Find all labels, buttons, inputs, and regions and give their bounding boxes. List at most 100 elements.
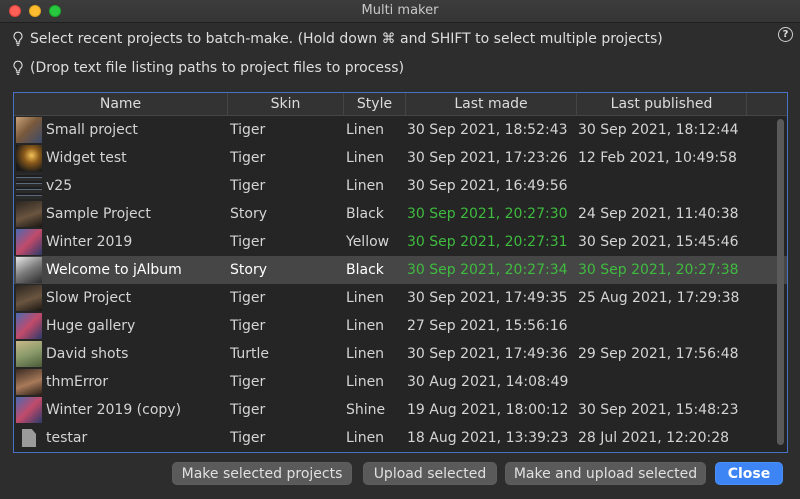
table-row[interactable]: Winter 2019 (copy) Tiger Shine 19 Aug 2021,… (14, 396, 787, 424)
column-header-last-published[interactable]: Last published (577, 93, 747, 115)
project-name: Huge gallery (46, 318, 136, 334)
cell-last-published: 30 Sep 2021, 18:12:44 (578, 122, 739, 138)
hint-select-projects: Select recent projects to batch-make. (H… (12, 31, 663, 47)
help-button[interactable]: ? (778, 27, 793, 42)
column-header-name[interactable]: Name (14, 93, 228, 115)
cell-last-made: 30 Sep 2021, 20:27:30 (407, 206, 568, 222)
table-row[interactable]: Small project Tiger Linen 30 Sep 2021, 18:5… (14, 116, 787, 144)
table-header: Name Skin Style Last made Last published (14, 93, 787, 116)
project-name: Winter 2019 (copy) (46, 402, 182, 418)
table-row[interactable]: v25 Tiger Linen 30 Sep 2021, 16:49:56 (14, 172, 787, 200)
project-thumbnail (16, 341, 42, 367)
project-thumbnail (16, 285, 42, 311)
cell-name: Huge gallery (14, 313, 228, 339)
cell-skin: Tiger (230, 430, 266, 446)
project-thumbnail (16, 173, 42, 199)
cell-last-published: 30 Sep 2021, 15:45:46 (578, 234, 739, 250)
cell-style: Black (346, 206, 384, 222)
cell-name: v25 (14, 173, 228, 199)
table-row[interactable]: Welcome to jAlbum Story Black 30 Sep 2021, … (14, 256, 787, 284)
table-row[interactable]: Sample Project Story Black 30 Sep 2021, 20:… (14, 200, 787, 228)
document-shape (22, 429, 36, 447)
close-window-button[interactable] (9, 5, 21, 17)
cell-name: Winter 2019 (copy) (14, 397, 228, 423)
project-name: Winter 2019 (46, 234, 133, 250)
cell-style: Linen (346, 318, 385, 334)
window-title: Multi maker (361, 3, 439, 18)
project-name: thmError (46, 374, 109, 390)
multi-maker-window: Multi maker Select recent projects to ba… (0, 0, 800, 499)
vertical-scrollbar[interactable] (776, 117, 785, 449)
cell-skin: Tiger (230, 150, 266, 166)
table-row[interactable]: David shots Turtle Linen 30 Sep 2021, 17:49… (14, 340, 787, 368)
make-and-upload-button[interactable]: Make and upload selected (505, 462, 706, 485)
column-header-skin[interactable]: Skin (228, 93, 344, 115)
project-thumbnail (16, 369, 42, 395)
table-row[interactable]: Huge gallery Tiger Linen 27 Sep 2021, 15:56… (14, 312, 787, 340)
title-bar[interactable]: Multi maker (0, 0, 800, 23)
cell-style: Yellow (346, 234, 390, 250)
cell-last-made: 30 Sep 2021, 16:49:56 (407, 178, 568, 194)
project-thumbnail (16, 229, 42, 255)
project-name: David shots (46, 346, 129, 362)
lightbulb-icon (13, 31, 23, 46)
cell-style: Linen (346, 374, 385, 390)
cell-name: David shots (14, 341, 228, 367)
project-thumbnail (16, 397, 42, 423)
column-header-last-made[interactable]: Last made (406, 93, 577, 115)
table-row[interactable]: Widget test Tiger Linen 30 Sep 2021, 17:23:… (14, 144, 787, 172)
table-row[interactable]: Slow Project Tiger Linen 30 Sep 2021, 17:49… (14, 284, 787, 312)
table-row[interactable]: thmError Tiger Linen 30 Aug 2021, 14:08:49 (14, 368, 787, 396)
project-name: Small project (46, 122, 138, 138)
cell-last-made: 30 Sep 2021, 20:27:34 (407, 262, 568, 278)
table-row[interactable]: Winter 2019 Tiger Yellow 30 Sep 2021, 20:27… (14, 228, 787, 256)
cell-style: Linen (346, 290, 385, 306)
projects-table[interactable]: Name Skin Style Last made Last published… (13, 92, 788, 453)
zoom-window-button[interactable] (49, 5, 61, 17)
table-body: Small project Tiger Linen 30 Sep 2021, 18:5… (14, 116, 787, 452)
cell-last-published: 30 Sep 2021, 15:48:23 (578, 402, 739, 418)
cell-style: Linen (346, 178, 385, 194)
cell-last-made: 30 Aug 2021, 14:08:49 (407, 374, 569, 390)
cell-last-made: 27 Sep 2021, 15:56:16 (407, 318, 568, 334)
cell-name: Small project (14, 117, 228, 143)
project-thumbnail (16, 117, 42, 143)
cell-name: Slow Project (14, 285, 228, 311)
close-button[interactable]: Close (715, 462, 783, 485)
cell-last-made: 18 Aug 2021, 13:39:23 (407, 430, 569, 446)
project-name: Sample Project (46, 206, 151, 222)
document-icon (16, 425, 42, 451)
table-row[interactable]: testar Tiger Linen 18 Aug 2021, 13:39:23 28 … (14, 424, 787, 452)
cell-last-made: 19 Aug 2021, 18:00:12 (407, 402, 569, 418)
cell-last-published: 24 Sep 2021, 11:40:38 (578, 206, 739, 222)
cell-skin: Turtle (230, 346, 270, 362)
project-name: Widget test (46, 150, 127, 166)
cell-last-made: 30 Sep 2021, 17:49:35 (407, 290, 568, 306)
cell-style: Linen (346, 430, 385, 446)
cell-style: Linen (346, 150, 385, 166)
project-name: Slow Project (46, 290, 132, 306)
window-controls (9, 5, 61, 17)
project-thumbnail (16, 201, 42, 227)
project-thumbnail (16, 313, 42, 339)
hint-drop-file: (Drop text file listing paths to project… (12, 60, 404, 76)
project-thumbnail (16, 145, 42, 171)
cell-name: Welcome to jAlbum (14, 257, 228, 283)
cell-skin: Tiger (230, 178, 266, 194)
cell-last-published: 28 Jul 2021, 12:20:28 (578, 430, 730, 446)
cell-style: Shine (346, 402, 386, 418)
cell-name: Winter 2019 (14, 229, 228, 255)
minimize-window-button[interactable] (29, 5, 41, 17)
cell-last-made: 30 Sep 2021, 18:52:43 (407, 122, 568, 138)
column-header-style[interactable]: Style (344, 93, 406, 115)
cell-last-published: 25 Aug 2021, 17:29:38 (578, 290, 740, 306)
upload-selected-button[interactable]: Upload selected (363, 462, 497, 485)
cell-name: testar (14, 425, 228, 451)
hint-text-1: Select recent projects to batch-make. (H… (30, 31, 663, 47)
make-selected-button[interactable]: Make selected projects (172, 462, 352, 485)
column-header-spacer (747, 93, 787, 115)
cell-skin: Tiger (230, 374, 266, 390)
scrollbar-thumb[interactable] (777, 119, 784, 445)
project-name: v25 (46, 178, 73, 194)
project-name: testar (46, 430, 88, 446)
